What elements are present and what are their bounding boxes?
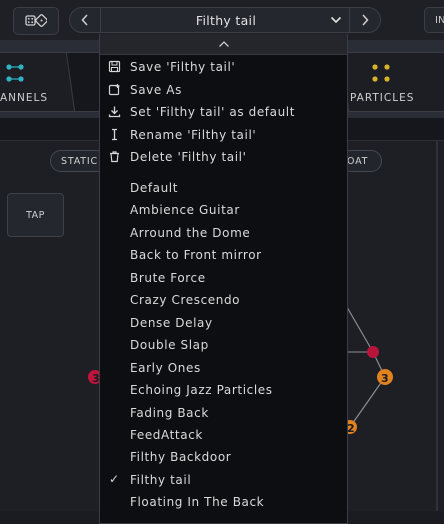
input-button-label: IN (435, 14, 444, 26)
next-preset-button[interactable] (349, 8, 380, 32)
preset-list-item[interactable]: Fading Back (100, 402, 347, 424)
channels-tab-icon (6, 64, 24, 82)
tap-tempo-label: TAP (26, 209, 45, 221)
previous-preset-button[interactable] (70, 8, 101, 32)
preset-list-item[interactable]: Back to Front mirror (100, 244, 347, 266)
input-button[interactable]: IN (424, 7, 444, 33)
tab-particles-label: PARTICLES (350, 92, 415, 104)
preset-name-dropdown[interactable]: Filthy tail (101, 8, 351, 32)
preset-list-label: Fading Back (130, 405, 209, 420)
checkmark-icon: ✓ (109, 471, 120, 486)
preset-list-label: Brute Force (130, 270, 206, 285)
preset-list-label: Default (130, 181, 179, 195)
menu-action-item[interactable]: Rename 'Filthy tail' (100, 124, 347, 146)
preset-list-item[interactable]: Crazy Crescendo (100, 289, 347, 311)
preset-list-label: Back to Front mirror (130, 248, 262, 263)
menu-action-label: Rename 'Filthy tail' (130, 127, 257, 142)
preset-name-label: Filthy tail (195, 12, 257, 28)
tab-channels-label: ANNELS (0, 92, 49, 104)
preset-list-item[interactable]: ✓ Filthy tail (100, 469, 347, 491)
preset-list-item[interactable]: Dense Delay (100, 312, 347, 334)
preset-list-item[interactable]: Arround the Dome (100, 222, 347, 244)
randomize-button[interactable] (13, 7, 59, 35)
preset-selector: Filthy tail (69, 7, 381, 33)
scroll-up-button[interactable] (100, 34, 347, 55)
preset-list-label: Filthy tail (130, 472, 192, 487)
preset-list-label: Arround the Dome (130, 225, 251, 240)
menu-action-item[interactable]: Save 'Filthy tail' (100, 56, 347, 78)
chevron-right-icon (362, 14, 369, 26)
particles-tab-icon (372, 64, 390, 82)
menu-action-label: Delete 'Filthy tail' (130, 150, 247, 164)
menu-action-label: Save 'Filthy tail' (130, 60, 236, 74)
preset-list-label: Echoing Jazz Particles (130, 383, 273, 398)
menu-action-label: Save As (130, 82, 182, 97)
chevron-down-icon[interactable] (330, 13, 342, 27)
menu-action-item[interactable]: Delete 'Filthy tail' (100, 146, 347, 168)
chevron-up-icon (218, 41, 229, 47)
save-as-icon (108, 83, 121, 96)
preset-list-label: Filthy Backdoor (130, 450, 232, 465)
preset-list-item[interactable]: Default (100, 177, 347, 199)
dice-icon (25, 14, 47, 27)
preset-list-item[interactable]: Floating In The Back (100, 491, 347, 513)
preset-list-label: Ambience Guitar (130, 203, 240, 218)
preset-list-label: Dense Delay (130, 315, 213, 330)
panel-divider (436, 141, 438, 511)
preset-list-item[interactable]: Filthy Backdoor (100, 446, 347, 468)
preset-list-label: Floating In The Back (130, 495, 265, 510)
menu-action-item[interactable]: Save As (100, 79, 347, 101)
static-mode-label: STATIC (61, 155, 98, 167)
preset-list-label: Early Ones (130, 360, 201, 375)
save-icon (108, 60, 121, 73)
menu-action-item[interactable]: Set 'Filthy tail' as default (100, 101, 347, 123)
rename-cursor-icon (108, 128, 121, 141)
chevron-left-icon (81, 14, 88, 26)
preset-list-label: Crazy Crescendo (130, 293, 241, 308)
preset-list-label: Double Slap (130, 338, 209, 353)
preset-list-item[interactable]: Brute Force (100, 267, 347, 289)
menu-action-label: Set 'Filthy tail' as default (130, 105, 296, 119)
preset-list-item[interactable]: Echoing Jazz Particles (100, 379, 347, 401)
preset-list-item[interactable]: FeedAttack (100, 424, 347, 446)
preset-list-item[interactable]: Double Slap (100, 334, 347, 356)
preset-dropdown-menu: Save 'Filthy tail' Save As Set 'Filthy tai… (99, 34, 348, 524)
download-icon (108, 105, 121, 118)
preset-list-item[interactable]: Early Ones (100, 357, 347, 379)
float-mode-label: OAT (347, 155, 369, 167)
trash-icon (108, 150, 121, 163)
preset-list-item[interactable]: Ambience Guitar (100, 199, 347, 221)
preset-list-label: FeedAttack (130, 427, 203, 442)
tap-tempo-button[interactable]: TAP (7, 193, 64, 237)
